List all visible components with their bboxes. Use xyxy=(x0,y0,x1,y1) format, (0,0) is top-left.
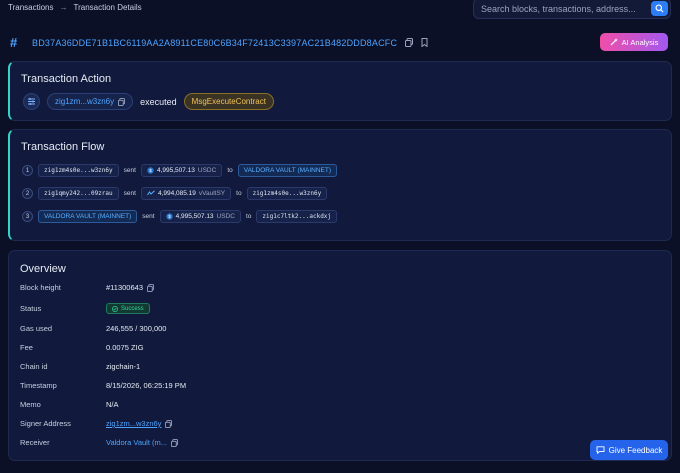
action-row: zig1zm...w3zn6y executed MsgExecuteContr… xyxy=(23,93,274,110)
token-symbol: vVaultSY xyxy=(198,190,226,197)
breadcrumb-transactions[interactable]: Transactions xyxy=(8,3,54,12)
step-number: 3 xyxy=(22,211,33,222)
flow-from-address[interactable]: VALDORA VAULT (MAINNET) xyxy=(38,210,138,223)
search-button[interactable] xyxy=(651,1,668,16)
chain-id-value: zigchain-1 xyxy=(106,362,141,371)
step-number: 2 xyxy=(22,188,33,199)
receiver-value-wrap: Valdora Vault (m... xyxy=(106,438,178,447)
receiver-label: Receiver xyxy=(20,438,50,447)
top-bar: Transactions → Transaction Details xyxy=(0,0,680,22)
receiver-link[interactable]: Valdora Vault (m... xyxy=(106,438,167,447)
block-height-label: Block height xyxy=(20,283,61,292)
step-number: 1 xyxy=(22,165,33,176)
flow-amount: $ 4,995,507.13 USDC xyxy=(159,210,241,223)
give-feedback-label: Give Feedback xyxy=(608,445,663,455)
token-symbol: USDC xyxy=(197,167,217,174)
fee-label: Fee xyxy=(20,343,33,352)
amount-value: 4,995,507.13 xyxy=(156,167,195,174)
flow-amount: 4,994,085.19 vVaultSY xyxy=(140,187,232,200)
timestamp-label: Timestamp xyxy=(20,381,57,390)
search-input[interactable] xyxy=(474,3,644,14)
magic-wand-icon xyxy=(610,38,618,46)
to-label: to xyxy=(227,167,233,174)
token-symbol: USDC xyxy=(216,213,235,220)
hash-icon: # xyxy=(10,35,18,50)
flow-to-address[interactable]: zig1c7ltk2...ackdxj xyxy=(256,210,338,223)
chain-id-label: Chain id xyxy=(20,362,48,371)
flow-to-address[interactable]: VALDORA VAULT (MAINNET) xyxy=(237,164,338,177)
overview-row-chain-id: Chain id zigchain-1 xyxy=(20,362,140,371)
flow-step: 3 VALDORA VAULT (MAINNET) sent $ 4,995,5… xyxy=(22,210,338,223)
block-height-value-wrap: #11300643 xyxy=(106,283,154,292)
transaction-flow-title: Transaction Flow xyxy=(21,141,105,153)
chat-bubble-icon xyxy=(596,446,605,454)
sent-label: sent xyxy=(123,167,136,174)
sent-label: sent xyxy=(142,213,155,220)
overview-row-block-height: Block height #11300643 xyxy=(20,283,154,292)
arrow-right-icon: → xyxy=(59,3,68,12)
ai-analysis-label: AI Analysis xyxy=(621,37,659,47)
flow-step: 2 zig1qmy242...09zrau sent 4,994,085.19 … xyxy=(22,187,328,200)
overview-row-gas: Gas used 246,555 / 300,000 xyxy=(20,324,166,333)
signer-address-pill[interactable]: zig1zm...w3zn6y xyxy=(47,93,134,110)
overview-title: Overview xyxy=(20,263,66,275)
fee-value: 0.0075 ZIG xyxy=(106,343,144,352)
to-label: to xyxy=(245,213,252,220)
overview-row-signer: Signer Address zig1zm...w3zn6y xyxy=(20,419,173,428)
action-verb: executed xyxy=(140,96,177,107)
search-bar xyxy=(473,0,671,19)
breadcrumb-current: Transaction Details xyxy=(73,3,142,12)
to-label: to xyxy=(236,190,242,197)
usdc-token-icon: $ xyxy=(147,167,154,174)
memo-value: N/A xyxy=(106,400,119,409)
amount-value: 4,995,507.13 xyxy=(175,213,214,220)
block-height-value: #11300643 xyxy=(106,283,143,292)
flow-amount: $ 4,995,507.13 USDC xyxy=(140,164,223,177)
overview-row-fee: Fee 0.0075 ZIG xyxy=(20,343,144,352)
check-circle-icon xyxy=(112,305,118,312)
copy-icon[interactable] xyxy=(118,97,126,106)
transaction-action-panel: Transaction Action zig1zm...w3zn6y execu… xyxy=(8,61,672,121)
overview-row-timestamp: Timestamp 8/15/2026, 06:25:19 PM xyxy=(20,381,186,390)
tx-hash: BD37A36DDE71B1BC6119AA2A8911CE80C6B34F72… xyxy=(32,37,398,48)
flow-to-address[interactable]: zig1zm4s0e...w3zn6y xyxy=(246,187,328,200)
overview-row-memo: Memo N/A xyxy=(20,400,119,409)
overview-row-receiver: Receiver Valdora Vault (m... xyxy=(20,438,178,447)
vault-token-icon xyxy=(147,190,155,196)
ai-analysis-button[interactable]: AI Analysis xyxy=(600,33,668,51)
sent-label: sent xyxy=(123,190,136,197)
status-value: Success xyxy=(121,305,144,312)
transaction-action-title: Transaction Action xyxy=(21,73,112,85)
timestamp-value: 8/15/2026, 06:25:19 PM xyxy=(106,381,187,390)
memo-label: Memo xyxy=(20,400,41,409)
usdc-token-icon: $ xyxy=(165,213,173,220)
give-feedback-button[interactable]: Give Feedback xyxy=(590,440,668,460)
signer-address-link[interactable]: zig1zm...w3zn6y xyxy=(106,419,161,428)
signer-address: zig1zm...w3zn6y xyxy=(55,97,115,106)
copy-icon[interactable] xyxy=(171,438,178,447)
status-label: Status xyxy=(20,304,42,313)
copy-icon[interactable] xyxy=(146,283,154,292)
tx-hash-row: # BD37A36DDE71B1BC6119AA2A8911CE80C6B34F… xyxy=(10,35,428,50)
transaction-flow-panel: Transaction Flow 1 zig1zm4s0e...w3zn6y s… xyxy=(8,129,672,241)
gas-used-value: 246,555 / 300,000 xyxy=(106,324,167,333)
amount-value: 4,994,085.19 xyxy=(157,190,196,197)
status-badge: Success xyxy=(106,303,150,314)
copy-icon[interactable] xyxy=(405,38,414,47)
breadcrumb: Transactions → Transaction Details xyxy=(8,3,142,12)
search-icon xyxy=(655,4,664,13)
sliders-icon xyxy=(23,93,40,110)
overview-row-status: Status Success xyxy=(20,303,150,314)
copy-icon[interactable] xyxy=(165,419,173,428)
flow-from-address[interactable]: zig1qmy242...09zrau xyxy=(38,187,119,200)
signer-value-wrap: zig1zm...w3zn6y xyxy=(106,419,173,428)
flow-step: 1 zig1zm4s0e...w3zn6y sent $ 4,995,507.1… xyxy=(22,164,338,177)
gas-used-label: Gas used xyxy=(20,324,53,333)
bookmark-icon[interactable] xyxy=(421,38,428,47)
signer-address-label: Signer Address xyxy=(20,419,71,428)
flow-from-address[interactable]: zig1zm4s0e...w3zn6y xyxy=(38,164,119,177)
message-type-badge: MsgExecuteContract xyxy=(183,93,274,110)
overview-panel: Overview Block height #11300643 Status S… xyxy=(8,250,672,461)
